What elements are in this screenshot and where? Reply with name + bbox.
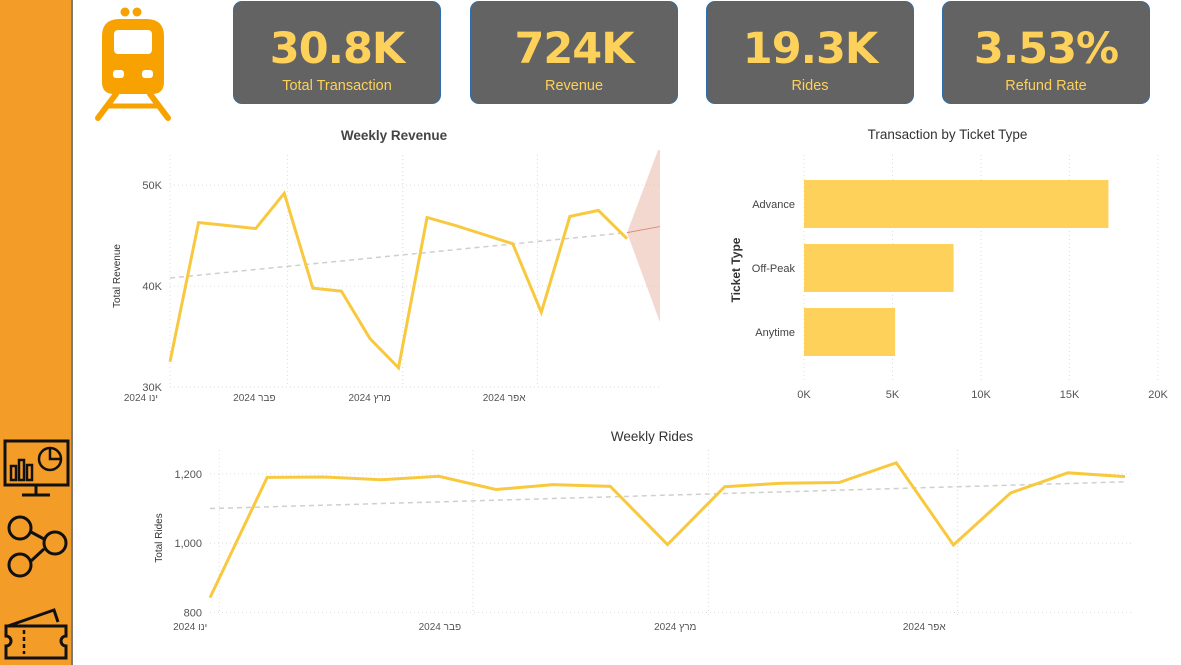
x-tick-label: פבר 2024 — [233, 393, 275, 404]
x-tick-label: מרץ 2024 — [654, 622, 696, 633]
chart-title-weekly-rides: Weekly Rides — [610, 429, 694, 444]
ticket-icon[interactable] — [2, 596, 70, 664]
category-label: Anytime — [755, 327, 795, 339]
y-axis-title: Total Revenue — [112, 244, 123, 308]
trend-line — [209, 481, 1126, 510]
category-label: Advance — [752, 199, 795, 211]
bar — [804, 308, 896, 356]
x-tick-label: 20K — [1148, 389, 1168, 401]
x-tick-label: 0K — [797, 389, 811, 401]
dashboard-monitor-icon[interactable] — [2, 436, 70, 504]
kpi-card-total-transaction[interactable]: 30.8K Total Transaction — [233, 1, 441, 104]
y-tick-label: 800 — [184, 608, 202, 620]
x-tick-label: אפר 2024 — [903, 622, 946, 633]
x-tick-label: 10K — [971, 389, 991, 401]
chart-title-ticket-type: Transaction by Ticket Type — [867, 127, 1028, 142]
series-line — [208, 460, 1126, 599]
kpi-label: Rides — [791, 78, 829, 94]
y-tick-label: 30K — [142, 382, 162, 394]
bar — [804, 244, 954, 292]
kpi-card-revenue[interactable]: 724K Revenue — [470, 1, 678, 104]
kpi-value: 30.8K — [269, 24, 405, 74]
chart-title-weekly-revenue: Weekly Revenue — [340, 128, 448, 143]
y-axis-title: Total Rides — [154, 513, 165, 562]
train-icon — [95, 7, 171, 121]
y-tick-label: 40K — [142, 281, 162, 293]
kpi-card-rides[interactable]: 19.3K Rides — [706, 1, 914, 104]
y-axis-title: Ticket Type — [729, 237, 743, 302]
kpi-label: Revenue — [544, 78, 604, 94]
bar — [804, 180, 1109, 228]
kpi-label: Total Transaction — [282, 78, 392, 94]
x-tick-label: פבר 2024 — [419, 622, 461, 633]
kpi-card-refund-rate[interactable]: 3.53% Refund Rate — [942, 1, 1150, 104]
x-tick-label: 15K — [1060, 389, 1080, 401]
series-line — [168, 190, 629, 371]
kpi-label: Refund Rate — [1005, 78, 1087, 94]
x-tick-label: ינו 2024 — [124, 393, 158, 404]
x-tick-label: ינו 2024 — [173, 622, 207, 633]
ticket-type-chart[interactable]: 0K 5K 10K 15K 20K Advance Off-Peak Anytime Ticke… — [715, 150, 1180, 410]
y-tick-label: 50K — [142, 180, 162, 192]
kpi-value: 3.53% — [973, 24, 1119, 74]
forecast-band — [627, 150, 660, 323]
x-tick-label: מרץ 2024 — [348, 393, 390, 404]
network-graph-icon[interactable] — [2, 512, 70, 580]
category-label: Off-Peak — [752, 263, 796, 275]
sidebar — [0, 0, 73, 665]
weekly-revenue-chart[interactable]: ינו 2024 פבר 2024 מרץ 2024 אפר 2024 30K 40K 50… — [100, 150, 670, 410]
y-tick-label: 1,000 — [174, 538, 202, 550]
y-tick-label: 1,200 — [174, 469, 202, 481]
kpi-value: 724K — [514, 24, 634, 74]
kpi-value: 19.3K — [742, 24, 878, 74]
weekly-rides-chart[interactable]: ינו 2024 פבר 2024 מרץ 2024 אפר 2024 800 1,000… — [150, 450, 1150, 650]
x-tick-label: 5K — [886, 389, 900, 401]
x-tick-label: אפר 2024 — [483, 393, 526, 404]
